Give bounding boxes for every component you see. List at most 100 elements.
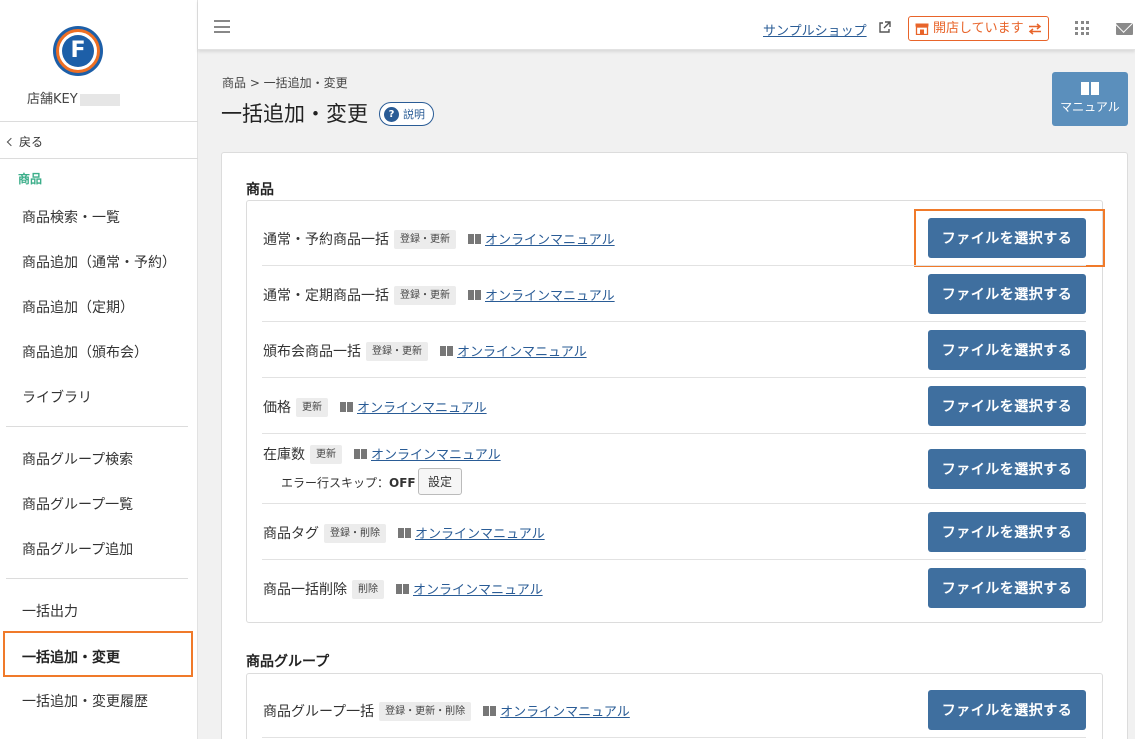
select-file-button[interactable]: ファイルを選択する [928, 690, 1086, 730]
operation-tag: 更新 [310, 445, 342, 464]
row-divider [262, 559, 1086, 560]
manual-label: マニュアル [1060, 100, 1120, 114]
operation-tag: 登録・更新 [394, 230, 456, 249]
book-icon [468, 290, 481, 300]
sidebar-item-add-distribution[interactable]: 商品追加（頒布会） [22, 342, 148, 362]
help-button[interactable]: ? 説明 [379, 102, 434, 126]
question-icon: ? [384, 106, 399, 122]
operation-tag: 登録・削除 [324, 524, 386, 543]
manual-button[interactable]: マニュアル [1052, 72, 1128, 126]
sidebar-item-group-search[interactable]: 商品グループ検索 [22, 449, 133, 469]
apps-grid-icon[interactable] [1075, 21, 1089, 35]
error-skip-status: エラー行スキップ：OFF [281, 474, 416, 491]
chevron-left-icon [6, 137, 16, 147]
select-file-button[interactable]: ファイルを選択する [928, 330, 1086, 370]
online-manual-link[interactable]: オンラインマニュアル [485, 233, 615, 248]
help-label: 説明 [403, 108, 425, 121]
top-bar: サンプルショップ 開店しています [198, 0, 1135, 50]
sidebar-section-label: 商品 [18, 172, 43, 186]
list-item: 商品グループ一括 登録・更新・削除 オンラインマニュアル [263, 701, 630, 721]
store-open-label: 開店しています [933, 20, 1024, 36]
online-manual-link[interactable]: オンラインマニュアル [500, 705, 630, 720]
store-name-text: 店舗KEY [27, 92, 78, 107]
select-file-button[interactable]: ファイルを選択する [928, 512, 1086, 552]
book-icon [1081, 82, 1099, 95]
book-icon [398, 528, 411, 538]
swap-icon [1028, 22, 1041, 35]
button-highlight-box [914, 209, 1105, 267]
breadcrumb: 商品 > 一括追加・変更 [222, 76, 348, 90]
row-name: 通常・予約商品一括 [263, 232, 389, 248]
row-divider [262, 321, 1086, 322]
online-manual-link[interactable]: オンラインマニュアル [371, 448, 501, 463]
list-item: 商品タグ 登録・削除 オンラインマニュアル [263, 523, 545, 543]
operation-tag: 登録・更新 [394, 286, 456, 305]
row-divider [262, 737, 1086, 738]
list-item: 価格 更新 オンラインマニュアル [263, 397, 487, 417]
store-icon [915, 23, 929, 35]
sidebar: F 店舗KEY 戻る 商品 商品検索・一覧 商品追加（通常・予約） 商品追加（定… [0, 0, 198, 739]
row-name: 商品一括削除 [263, 582, 347, 598]
group-title-products: 商品 [246, 182, 274, 198]
sidebar-item-bulk-history[interactable]: 一括追加・変更履歴 [22, 691, 148, 711]
select-file-button[interactable]: ファイルを選択する [928, 386, 1086, 426]
back-link[interactable]: 戻る [6, 133, 44, 150]
list-item: 在庫数 更新 オンラインマニュアル [263, 444, 501, 464]
sidebar-highlight-box [3, 631, 193, 677]
group-title-product-groups: 商品グループ [246, 654, 330, 670]
list-item: 通常・予約商品一括 登録・更新 オンラインマニュアル [263, 229, 615, 249]
list-item: 商品一括削除 削除 オンラインマニュアル [263, 579, 543, 599]
online-manual-link[interactable]: オンラインマニュアル [415, 527, 545, 542]
online-manual-link[interactable]: オンラインマニュアル [357, 401, 487, 416]
list-item: 頒布会商品一括 登録・更新 オンラインマニュアル [263, 341, 587, 361]
store-name: 店舗KEY [27, 88, 120, 107]
back-label: 戻る [19, 135, 44, 149]
row-divider [262, 377, 1086, 378]
sidebar-item-product-search[interactable]: 商品検索・一覧 [22, 207, 120, 227]
shop-logo[interactable]: F [53, 26, 103, 76]
sample-shop-link[interactable]: サンプルショップ [763, 20, 867, 39]
sidebar-item-bulk-export[interactable]: 一括出力 [22, 601, 78, 621]
book-icon [354, 449, 367, 459]
select-file-button[interactable]: ファイルを選択する [928, 274, 1086, 314]
menu-icon[interactable] [214, 20, 230, 33]
store-open-toggle[interactable]: 開店しています [908, 16, 1049, 41]
select-file-button[interactable]: ファイルを選択する [928, 568, 1086, 608]
sidebar-item-group-list[interactable]: 商品グループ一覧 [22, 494, 133, 514]
sidebar-item-add-normal[interactable]: 商品追加（通常・予約） [22, 252, 176, 272]
book-icon [440, 346, 453, 356]
row-divider [262, 265, 1086, 266]
error-skip-value: OFF [389, 476, 416, 490]
error-skip-setting-button[interactable]: 設定 [418, 468, 462, 495]
operation-tag: 登録・更新・削除 [379, 702, 472, 721]
logo-letter: F [62, 35, 94, 67]
book-icon [483, 706, 497, 716]
book-icon [340, 402, 353, 412]
online-manual-link[interactable]: オンラインマニュアル [413, 583, 543, 598]
book-icon [396, 584, 409, 594]
divider [6, 578, 188, 579]
divider [0, 121, 198, 122]
online-manual-link[interactable]: オンラインマニュアル [457, 345, 587, 360]
row-name: 在庫数 [263, 447, 305, 463]
external-link-icon[interactable] [878, 21, 891, 34]
divider [6, 426, 188, 427]
page-title: 一括追加・変更 [221, 102, 368, 126]
online-manual-link[interactable]: オンラインマニュアル [485, 289, 615, 304]
operation-tag: 登録・更新 [366, 342, 428, 361]
row-name: 商品グループ一括 [263, 704, 375, 720]
mail-icon[interactable] [1116, 23, 1133, 35]
store-name-redaction [79, 93, 120, 106]
error-skip-label: エラー行スキップ： [281, 476, 390, 490]
book-icon [468, 234, 481, 244]
sidebar-item-add-subscription[interactable]: 商品追加（定期） [22, 297, 134, 317]
operation-tag: 更新 [296, 398, 328, 417]
sidebar-item-library[interactable]: ライブラリ [22, 387, 92, 407]
operation-tag: 削除 [352, 580, 384, 599]
row-name: 商品タグ [263, 526, 319, 542]
select-file-button[interactable]: ファイルを選択する [928, 449, 1086, 489]
row-name: 頒布会商品一括 [263, 344, 361, 360]
divider [0, 158, 198, 159]
row-divider [262, 433, 1086, 434]
sidebar-item-group-add[interactable]: 商品グループ追加 [22, 539, 133, 559]
